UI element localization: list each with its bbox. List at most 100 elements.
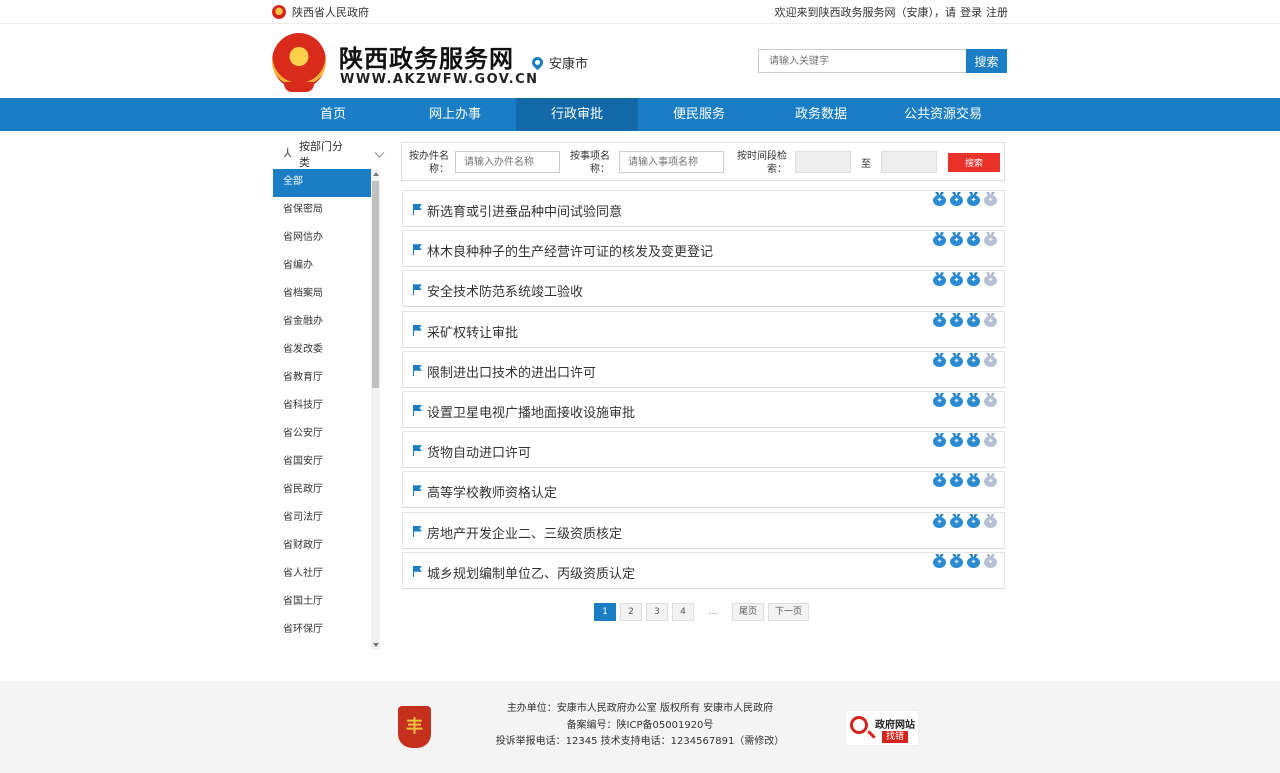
- department-filter-toggle[interactable]: 按部门分类: [273, 140, 384, 169]
- medal-icon: [984, 353, 997, 367]
- approval-item-list: 新选育或引进蚕品种中间试验同意林木良种种子的生产经营许可证的核发及变更登记安全技…: [402, 190, 1005, 592]
- flag-icon: [413, 204, 423, 215]
- item-title[interactable]: 新选育或引进蚕品种中间试验同意: [427, 201, 622, 220]
- rating-medals: [933, 232, 997, 247]
- item-title[interactable]: 采矿权转让审批: [427, 322, 518, 341]
- case-name-input[interactable]: [455, 151, 560, 173]
- sidebar-item-department[interactable]: 省国安厅: [273, 449, 371, 477]
- pagination: 1 2 3 4... 尾页 下一页: [594, 603, 810, 621]
- sidebar-item-department[interactable]: 省发改委: [273, 337, 371, 365]
- list-item[interactable]: 货物自动进口许可: [402, 431, 1005, 469]
- list-item[interactable]: 采矿权转让审批: [402, 310, 1005, 348]
- medal-icon: [967, 353, 980, 367]
- page-3-button[interactable]: 3: [646, 603, 668, 621]
- sidebar-item-department[interactable]: 省公安厅: [273, 421, 371, 449]
- medal-icon: [933, 353, 946, 367]
- sidebar-item-department[interactable]: 省环保厅: [273, 617, 371, 645]
- medal-icon: [950, 393, 963, 407]
- item-title[interactable]: 房地产开发企业二、三级资质核定: [427, 523, 622, 542]
- item-title[interactable]: 限制进出口技术的进出口许可: [427, 362, 596, 381]
- start-date-field[interactable]: [795, 151, 851, 173]
- nav-administrative-approval[interactable]: 行政审批: [516, 98, 638, 131]
- sidebar-item-department[interactable]: 全部: [273, 169, 371, 197]
- sidebar-item-department[interactable]: 省国土厅: [273, 589, 371, 617]
- medal-icon: [933, 272, 946, 287]
- list-item[interactable]: 房地产开发企业二、三级资质核定: [402, 511, 1005, 549]
- sidebar-item-department[interactable]: 省科技厅: [273, 393, 371, 421]
- item-title[interactable]: 安全技术防范系统竣工验收: [427, 281, 583, 300]
- medal-icon: [933, 473, 946, 488]
- sidebar-item-department[interactable]: 省金融办: [273, 309, 371, 337]
- scroll-down-arrow-icon[interactable]: [373, 643, 379, 647]
- search-input[interactable]: [758, 49, 966, 73]
- page-2-button[interactable]: 2: [620, 603, 642, 621]
- list-item[interactable]: 安全技术防范系统竣工验收: [402, 270, 1005, 308]
- site-domain: WWW.AKZWFW.GOV.CN: [340, 72, 539, 87]
- medal-icon: [984, 232, 997, 247]
- report-error-badge[interactable]: 政府网站 找错: [845, 710, 919, 746]
- medal-icon: [984, 433, 997, 448]
- sidebar-item-department[interactable]: 省教育厅: [273, 365, 371, 393]
- sidebar-item-department[interactable]: 省人社厅: [273, 561, 371, 589]
- scroll-up-arrow-icon[interactable]: [373, 172, 379, 176]
- login-link[interactable]: 登录: [960, 4, 982, 20]
- badge-subtitle: 找错: [882, 731, 909, 743]
- welcome-text: 欢迎来到陕西政务服务网（安康），请: [774, 6, 957, 19]
- national-emblem-logo[interactable]: [272, 33, 326, 92]
- nav-convenience-services[interactable]: 便民服务: [638, 98, 760, 131]
- site-header: 陕西政务服务网 WWW.AKZWFW.GOV.CN 安康市 搜索: [272, 25, 1008, 98]
- nav-online-services[interactable]: 网上办事: [394, 98, 516, 131]
- medal-icon: [950, 514, 963, 528]
- footer-contact: 投诉举报电话：12345 技术支持电话：1234567891（需修改）: [495, 736, 785, 747]
- item-title[interactable]: 城乡规划编制单位乙、丙级资质认定: [427, 563, 635, 582]
- medal-icon: [950, 433, 963, 448]
- nav-public-resources[interactable]: 公共资源交易: [882, 98, 1004, 131]
- sidebar-item-department[interactable]: 省民政厅: [273, 477, 371, 505]
- sidebar-item-department[interactable]: 省网信办: [273, 225, 371, 253]
- list-item[interactable]: 林木良种种子的生产经营许可证的核发及变更登记: [402, 230, 1005, 268]
- item-title[interactable]: 林木良种种子的生产经营许可证的核发及变更登记: [427, 241, 713, 260]
- last-page-button[interactable]: 尾页: [732, 603, 765, 621]
- hierarchy-icon: [284, 146, 295, 160]
- gov-link[interactable]: 陕西省人民政府: [272, 4, 369, 20]
- item-title[interactable]: 高等学校教师资格认定: [427, 482, 557, 501]
- top-bar: 陕西省人民政府 欢迎来到陕西政务服务网（安康），请 登录 注册: [0, 0, 1280, 24]
- medal-icon: [950, 232, 963, 247]
- list-item[interactable]: 城乡规划编制单位乙、丙级资质认定: [402, 551, 1005, 589]
- scrollbar-thumb[interactable]: [372, 181, 379, 388]
- medal-icon: [933, 232, 946, 247]
- footer-icp: 备案编号：陕ICP备05001920号: [566, 719, 714, 731]
- register-link[interactable]: 注册: [986, 4, 1008, 20]
- medal-icon: [967, 473, 980, 488]
- item-filter-label: 按事项名 称：: [570, 151, 610, 175]
- search-button[interactable]: 搜索: [966, 49, 1007, 73]
- national-emblem-icon: [272, 5, 286, 19]
- end-date-field[interactable]: [881, 151, 937, 173]
- site-title[interactable]: 陕西政务服务网: [339, 39, 514, 74]
- item-name-input[interactable]: [619, 151, 724, 173]
- next-page-button[interactable]: 下一页: [768, 603, 810, 621]
- nav-home[interactable]: 首页: [272, 98, 394, 131]
- item-title[interactable]: 货物自动进口许可: [427, 442, 531, 461]
- sidebar-item-department[interactable]: 省司法厅: [273, 505, 371, 533]
- item-title[interactable]: 设置卫星电视广播地面接收设施审批: [427, 402, 635, 421]
- page-1-button[interactable]: 1: [594, 603, 616, 621]
- rating-medals: [933, 514, 997, 528]
- sidebar-item-department[interactable]: 省档案局: [273, 281, 371, 309]
- nav-government-data[interactable]: 政务数据: [760, 98, 882, 131]
- sidebar-item-department[interactable]: 省编办: [273, 253, 371, 281]
- list-item[interactable]: 高等学校教师资格认定: [402, 471, 1005, 509]
- flag-icon: [413, 364, 423, 376]
- medal-icon: [984, 554, 997, 568]
- sidebar-scrollbar[interactable]: [371, 169, 380, 650]
- page-4-button[interactable]: 4: [672, 603, 694, 621]
- filter-search-button[interactable]: 搜索: [948, 153, 1000, 172]
- sidebar-item-department[interactable]: 省保密局: [273, 197, 371, 225]
- list-item[interactable]: 新选育或引进蚕品种中间试验同意: [402, 190, 1005, 227]
- list-item[interactable]: 限制进出口技术的进出口许可: [402, 350, 1005, 388]
- party-government-logo[interactable]: [398, 706, 431, 748]
- sidebar-item-department[interactable]: 省财政厅: [273, 533, 371, 561]
- list-item[interactable]: 设置卫星电视广播地面接收设施审批: [402, 390, 1005, 428]
- city-switcher[interactable]: 安康市: [529, 53, 588, 72]
- flag-icon: [413, 485, 423, 497]
